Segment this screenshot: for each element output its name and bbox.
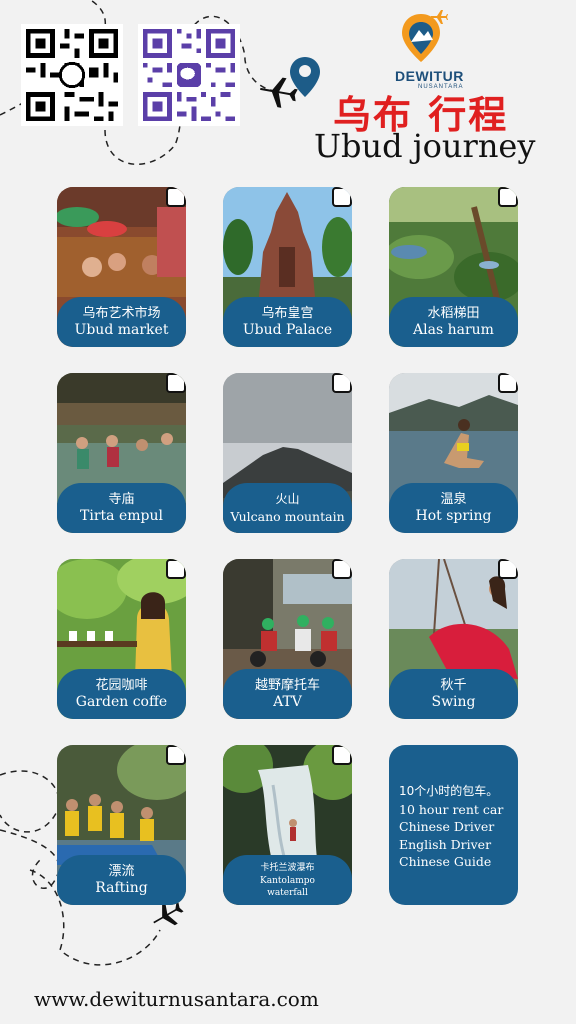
card-rafting[interactable]: 漂流 Rafting — [57, 745, 186, 905]
card-label: 秋千 Swing — [389, 669, 518, 719]
destination-name-cn: 火山 — [275, 492, 300, 506]
destination-name-cn: 温泉 — [440, 492, 467, 507]
info-line: 10个小时的包车。 — [399, 784, 499, 798]
wechat-qr-code[interactable] — [138, 24, 240, 126]
info-line: 10 hour rent car — [399, 801, 504, 817]
destination-name-en: Kantolampo waterfall — [260, 875, 315, 898]
card-label: 漂流 Rafting — [57, 855, 186, 905]
destination-name-en: Ubud Palace — [242, 322, 333, 338]
checkbox-hot-spring[interactable] — [498, 373, 518, 393]
card-label: 卡托兰波瀑布 Kantolampo waterfall — [223, 855, 352, 905]
card-kantolampo-waterfall[interactable]: 卡托兰波瀑布 Kantolampo waterfall — [223, 745, 352, 905]
location-pin-icon — [290, 57, 320, 97]
rental-info-box: 10个小时的包车。 10 hour rent car Chinese Drive… — [389, 745, 518, 905]
whatsapp-qr-code[interactable] — [21, 24, 123, 126]
destination-name-en: Hot spring — [415, 508, 492, 524]
checkbox-kantolampo-waterfall[interactable] — [332, 745, 352, 765]
card-ubud-market[interactable]: 乌布艺术市场 Ubud market — [57, 187, 186, 347]
destination-name-en: ATV — [273, 694, 302, 710]
destination-name-en: Ubud market — [74, 322, 169, 338]
card-label: 乌布艺术市场 Ubud market — [57, 297, 186, 347]
destination-name-cn: 水稻梯田 — [427, 306, 480, 321]
card-garden-coffe[interactable]: 花园咖啡 Garden coffe — [57, 559, 186, 719]
checkbox-garden-coffe[interactable] — [166, 559, 186, 579]
page-title-english: Ubud journey — [314, 127, 536, 165]
destination-name-cn: 漂流 — [108, 864, 135, 879]
destination-name-en: Tirta empul — [80, 508, 163, 524]
destination-name-en: Vulcano mountain — [230, 509, 345, 524]
card-label: 寺庙 Tirta empul — [57, 483, 186, 533]
destination-name-en: Garden coffe — [75, 694, 168, 710]
card-hot-spring[interactable]: 温泉 Hot spring — [389, 373, 518, 533]
destination-name-cn: 越野摩托车 — [254, 678, 320, 693]
brand-name: DEWITUR — [395, 68, 464, 84]
card-label: 花园咖啡 Garden coffe — [57, 669, 186, 719]
destination-name-cn: 花园咖啡 — [95, 678, 148, 693]
card-vulcano-mountain[interactable]: 火山 Vulcano mountain — [223, 373, 352, 533]
info-line: English Driver — [399, 836, 492, 852]
destination-name-cn: 乌布艺术市场 — [82, 306, 161, 321]
card-label: 温泉 Hot spring — [389, 483, 518, 533]
info-line: Chinese Guide — [399, 854, 492, 869]
card-tirta-empul[interactable]: 寺庙 Tirta empul — [57, 373, 186, 533]
card-label: 水稻梯田 Alas harum — [389, 297, 518, 347]
card-atv[interactable]: 越野摩托车 ATV — [223, 559, 352, 719]
checkbox-atv[interactable] — [332, 559, 352, 579]
website-url-link[interactable]: www.dewiturnusantara.com — [34, 987, 319, 1011]
card-alas-harum[interactable]: 水稻梯田 Alas harum — [389, 187, 518, 347]
info-line: Chinese Driver — [399, 819, 495, 834]
destination-name-en: Alas harum — [413, 322, 494, 338]
destination-name-en: Swing — [431, 694, 476, 710]
card-swing[interactable]: 秋千 Swing — [389, 559, 518, 719]
checkbox-alas-harum[interactable] — [498, 187, 518, 207]
dewitur-logo-icon — [402, 10, 448, 62]
card-label: 火山 Vulcano mountain — [223, 483, 352, 533]
card-label: 越野摩托车 ATV — [223, 669, 352, 719]
destination-name-cn: 寺庙 — [108, 492, 135, 507]
checkbox-tirta-empul[interactable] — [166, 373, 186, 393]
checkbox-ubud-market[interactable] — [166, 187, 186, 207]
card-ubud-palace[interactable]: 乌布皇宫 Ubud Palace — [223, 187, 352, 347]
checkbox-rafting[interactable] — [166, 745, 186, 765]
checkbox-ubud-palace[interactable] — [332, 187, 352, 207]
destination-name-en: Rafting — [95, 880, 148, 896]
checkbox-swing[interactable] — [498, 559, 518, 579]
destination-name-cn: 卡托兰波瀑布 — [260, 862, 315, 873]
destination-name-cn: 秋千 — [440, 678, 467, 693]
card-label: 乌布皇宫 Ubud Palace — [223, 297, 352, 347]
destination-name-cn: 乌布皇宫 — [261, 306, 314, 321]
checkbox-vulcano-mountain[interactable] — [332, 373, 352, 393]
